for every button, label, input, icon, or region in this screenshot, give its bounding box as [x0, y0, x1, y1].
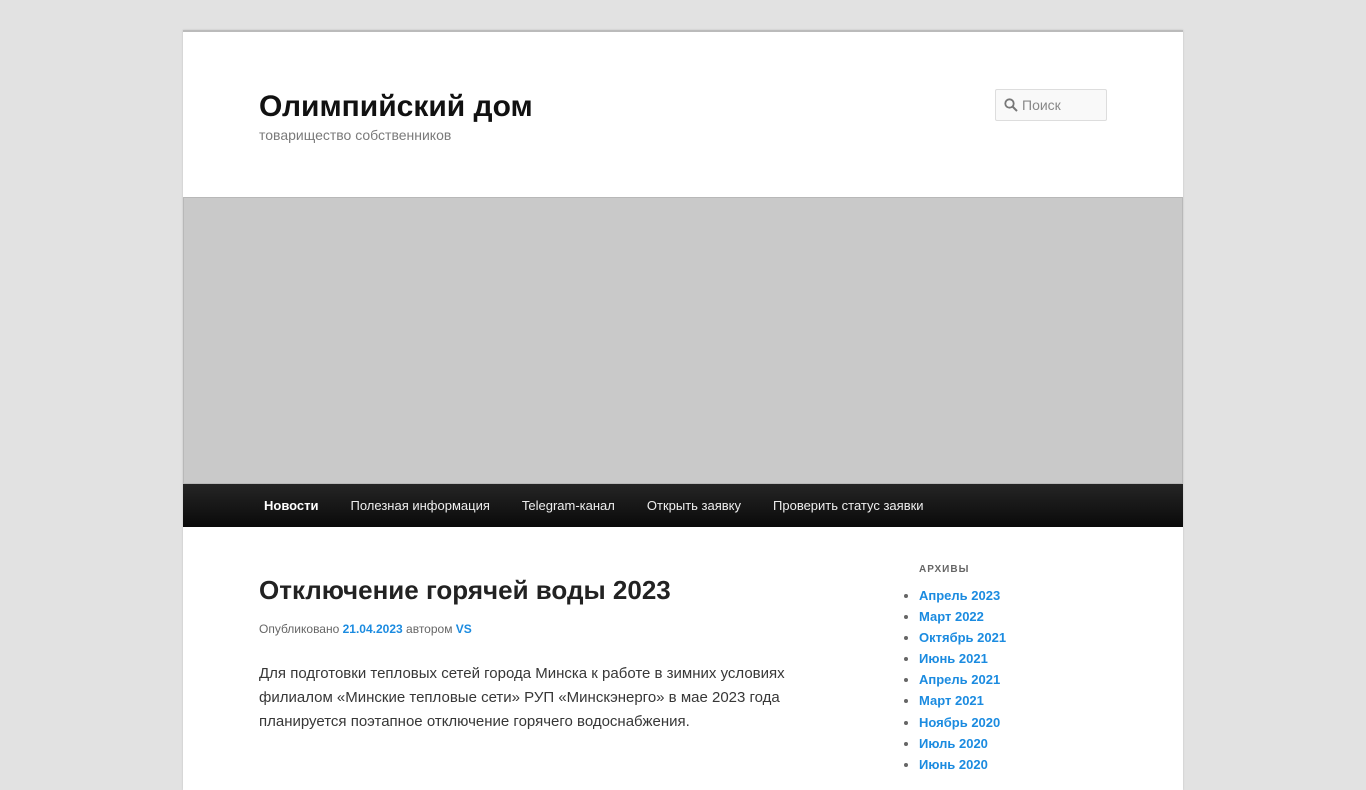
archive-link[interactable]: Март 2021 [919, 693, 984, 708]
post-meta-by: автором [406, 622, 453, 636]
post-content: Для подготовки тепловых сетей города Мин… [259, 662, 819, 734]
archives-list: Апрель 2023 Март 2022 Октябрь 2021 Июнь … [919, 585, 1006, 775]
archive-link[interactable]: Июль 2020 [919, 736, 988, 751]
search-input[interactable] [1022, 95, 1104, 115]
archive-item: Апрель 2023 [919, 585, 1006, 606]
post-meta: Опубликовано 21.04.2023 автором VS [259, 622, 472, 636]
post-date-link[interactable]: 21.04.2023 [343, 622, 403, 636]
nav-item-telegram[interactable]: Telegram-канал [506, 484, 631, 527]
archive-item: Март 2021 [919, 690, 1006, 711]
archive-item: Октябрь 2021 [919, 627, 1006, 648]
post-title[interactable]: Отключение горячей воды 2023 [259, 575, 671, 606]
nav-item-open-request[interactable]: Открыть заявку [631, 484, 757, 527]
search-icon [1004, 98, 1018, 117]
nav-item-check-request-status[interactable]: Проверить статус заявки [757, 484, 940, 527]
main-navigation: Новости Полезная информация Telegram-кан… [183, 484, 1183, 527]
archive-link[interactable]: Июнь 2021 [919, 651, 988, 666]
archive-item: Ноябрь 2020 [919, 712, 1006, 733]
archive-item: Июль 2020 [919, 733, 1006, 754]
page: Олимпийский дом товарищество собственник… [183, 30, 1183, 790]
archive-item: Апрель 2021 [919, 669, 1006, 690]
archive-item: Март 2022 [919, 606, 1006, 627]
nav-item-useful-info[interactable]: Полезная информация [335, 484, 506, 527]
archive-item: Июнь 2021 [919, 648, 1006, 669]
archive-link[interactable]: Июнь 2020 [919, 757, 988, 772]
archive-link[interactable]: Апрель 2023 [919, 588, 1000, 603]
nav-item-news[interactable]: Новости [248, 484, 335, 527]
post-author-link[interactable]: VS [456, 622, 472, 636]
archives-title: Архивы [919, 564, 970, 575]
post-paragraph: Для подготовки тепловых сетей города Мин… [259, 665, 785, 730]
archive-link[interactable]: Ноябрь 2020 [919, 715, 1000, 730]
site-description: товарищество собственников [259, 127, 452, 143]
site-title[interactable]: Олимпийский дом [259, 89, 533, 125]
archive-item: Июнь 2020 [919, 754, 1006, 775]
archive-link[interactable]: Апрель 2021 [919, 672, 1000, 687]
header-image [183, 197, 1183, 484]
post-meta-prefix: Опубликовано [259, 622, 340, 636]
search-box[interactable] [995, 89, 1107, 121]
archive-link[interactable]: Октябрь 2021 [919, 630, 1006, 645]
archive-link[interactable]: Март 2022 [919, 609, 984, 624]
